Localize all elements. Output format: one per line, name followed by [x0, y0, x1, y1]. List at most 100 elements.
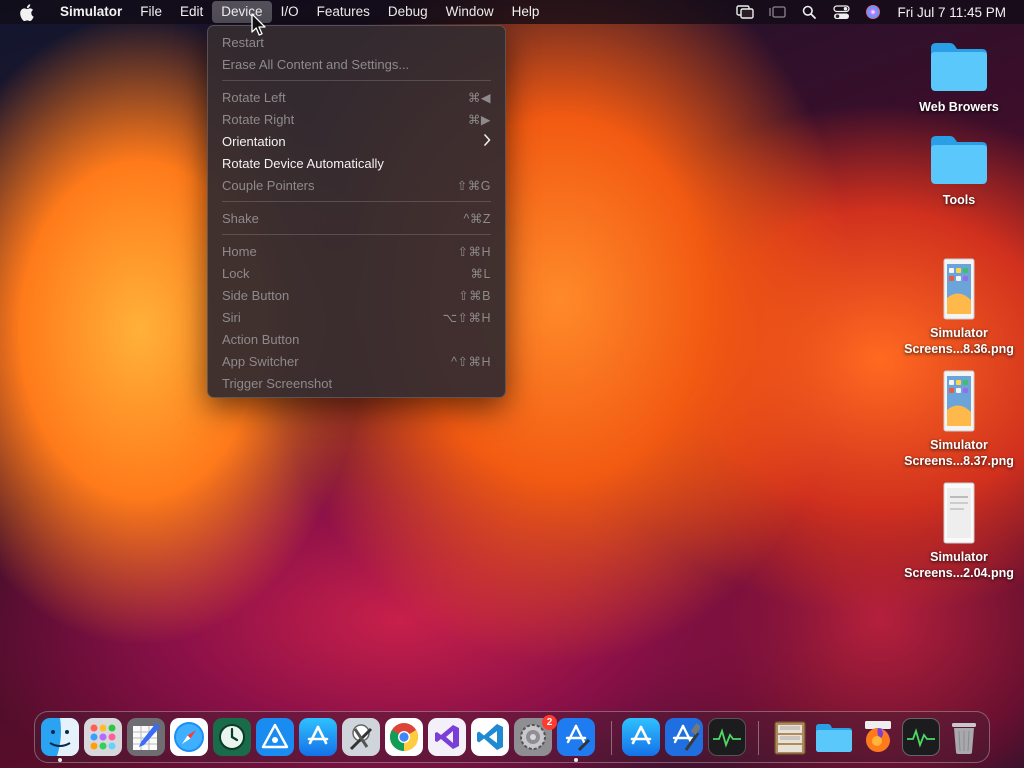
running-indicator [574, 758, 578, 762]
menu-item-label: Erase All Content and Settings... [222, 56, 410, 72]
desktop-icon-label: Tools [942, 193, 976, 207]
dock-launchpad-icon[interactable] [84, 718, 122, 756]
image-file-thumbnail-icon [943, 258, 975, 320]
dock-directory-utility-icon[interactable] [342, 718, 380, 756]
dock-app-store-icon[interactable] [299, 718, 337, 756]
menu-item-label: Rotate Left [222, 89, 286, 105]
image-file-thumbnail-icon [943, 482, 975, 544]
menu-item-couple-pointers[interactable]: Couple Pointers ⇧⌘G [208, 174, 505, 196]
dock-chrome-icon[interactable] [385, 718, 423, 756]
menu-item-label: Couple Pointers [222, 177, 315, 193]
menu-item-siri[interactable]: Siri ⌥⇧⌘H [208, 306, 505, 328]
desktop-folder-web-browers[interactable]: Web Browers [901, 38, 1017, 115]
menu-item-orientation[interactable]: Orientation [208, 130, 505, 152]
image-file-thumbnail-icon [943, 370, 975, 432]
menu-item-label: App Switcher [222, 353, 299, 369]
dock-simulator-icon[interactable] [557, 718, 595, 756]
dock-separator [611, 721, 612, 755]
desktop-icon-label: Screens...8.37.png [904, 454, 1014, 468]
menu-bar-extras: Fri Jul 7 11:45 PM [729, 1, 1024, 23]
menu-item-shortcut: ⌘◀ [467, 90, 491, 105]
dock-vscode-icon[interactable] [471, 718, 509, 756]
menu-item-label: Shake [222, 210, 259, 226]
menu-separator [222, 234, 491, 235]
menu-app-simulator[interactable]: Simulator [51, 1, 131, 23]
menu-item-label: Action Button [222, 331, 300, 347]
menu-item-app-switcher[interactable]: App Switcher ^⇧⌘H [208, 350, 505, 372]
menu-item-shortcut: ^⌘Z [463, 211, 491, 226]
menu-item-label: Orientation [222, 133, 286, 149]
menu-bar: Simulator File Edit Device I/O Features … [0, 0, 1024, 24]
dock-safari-icon[interactable] [170, 718, 208, 756]
siri-icon[interactable] [862, 1, 884, 23]
menu-window[interactable]: Window [437, 1, 503, 23]
menu-file[interactable]: File [131, 1, 171, 23]
apple-menu-icon[interactable] [19, 3, 35, 21]
desktop-icon-label: Web Browers [919, 100, 999, 114]
menu-item-shortcut: ⌥⇧⌘H [442, 310, 491, 325]
menu-item-label: Lock [222, 265, 250, 281]
menu-item-label: Trigger Screenshot [222, 375, 333, 391]
menu-edit[interactable]: Edit [171, 1, 212, 23]
menu-item-shortcut: ^⇧⌘H [451, 354, 491, 369]
spotlight-search-icon[interactable] [798, 1, 820, 23]
dock-xcode-icon[interactable] [665, 718, 703, 756]
control-center-icon[interactable] [830, 1, 852, 23]
menu-item-shortcut: ⇧⌘G [456, 178, 491, 193]
menu-bar-clock[interactable]: Fri Jul 7 11:45 PM [897, 5, 1006, 20]
desktop-file-screenshot-2-04[interactable]: Simulator Screens...2.04.png [901, 482, 1017, 581]
menu-item-rotate-left[interactable]: Rotate Left ⌘◀ [208, 86, 505, 108]
dock-app-store-2-icon[interactable] [622, 718, 660, 756]
dock-time-machine-icon[interactable] [213, 718, 251, 756]
chevron-right-icon [483, 133, 491, 149]
dock-script-editor-icon[interactable] [127, 718, 165, 756]
menu-help[interactable]: Help [503, 1, 549, 23]
menu-item-shortcut: ⌘▶ [467, 112, 491, 127]
desktop-folder-tools[interactable]: Tools [901, 131, 1017, 208]
desktop-file-screenshot-8-37[interactable]: Simulator Screens...8.37.png [901, 370, 1017, 469]
menu-item-action-button[interactable]: Action Button [208, 328, 505, 350]
menu-separator [222, 80, 491, 81]
dock-trash-icon[interactable] [945, 718, 983, 756]
desktop-file-screenshot-8-36[interactable]: Simulator Screens...8.36.png [901, 258, 1017, 357]
menu-item-label: Rotate Right [222, 111, 295, 127]
dock-file-cabinet-icon[interactable] [771, 718, 809, 756]
desktop-icon-label: Simulator [930, 326, 988, 340]
menu-separator [222, 201, 491, 202]
menu-item-shortcut: ⇧⌘H [457, 244, 491, 259]
mouse-cursor-icon [251, 13, 267, 37]
menu-item-home[interactable]: Home ⇧⌘H [208, 240, 505, 262]
dock-finder-icon[interactable] [41, 718, 79, 756]
menu-item-label: Siri [222, 309, 241, 325]
menu-item-rotate-right[interactable]: Rotate Right ⌘▶ [208, 108, 505, 130]
menu-item-erase-all-content[interactable]: Erase All Content and Settings... [208, 53, 505, 75]
stage-manager-icon[interactable] [766, 1, 788, 23]
menu-item-rotate-device-automatically[interactable]: Rotate Device Automatically [208, 152, 505, 174]
dock: 2 [34, 711, 990, 763]
desktop-icon-label: Simulator [930, 438, 988, 452]
menu-item-shortcut: ⌘L [470, 266, 491, 281]
dock-visual-studio-icon[interactable] [428, 718, 466, 756]
desktop-icon-label: Simulator [930, 550, 988, 564]
dock-testflight-icon[interactable] [256, 718, 294, 756]
menu-item-lock[interactable]: Lock ⌘L [208, 262, 505, 284]
menu-item-label: Side Button [222, 287, 290, 303]
desktop-icon-label: Screens...8.36.png [904, 342, 1014, 356]
dock-downloads-folder-icon[interactable] [815, 718, 853, 756]
dock-console-icon[interactable] [902, 718, 940, 756]
menu-debug[interactable]: Debug [379, 1, 437, 23]
menu-item-side-button[interactable]: Side Button ⇧⌘B [208, 284, 505, 306]
device-menu-dropdown: Restart Erase All Content and Settings..… [207, 25, 506, 398]
dock-firefox-icon[interactable] [859, 718, 897, 756]
menu-item-label: Home [222, 243, 257, 259]
screen-mirroring-icon[interactable] [734, 1, 756, 23]
menu-item-shortcut: ⇧⌘B [458, 288, 491, 303]
menu-item-trigger-screenshot[interactable]: Trigger Screenshot [208, 372, 505, 394]
menu-io[interactable]: I/O [272, 1, 308, 23]
running-indicator [58, 758, 62, 762]
folder-icon [931, 43, 987, 91]
menu-item-shake[interactable]: Shake ^⌘Z [208, 207, 505, 229]
dock-activity-monitor-icon[interactable] [708, 718, 746, 756]
menu-features[interactable]: Features [308, 1, 379, 23]
menu-item-label: Rotate Device Automatically [222, 155, 384, 171]
